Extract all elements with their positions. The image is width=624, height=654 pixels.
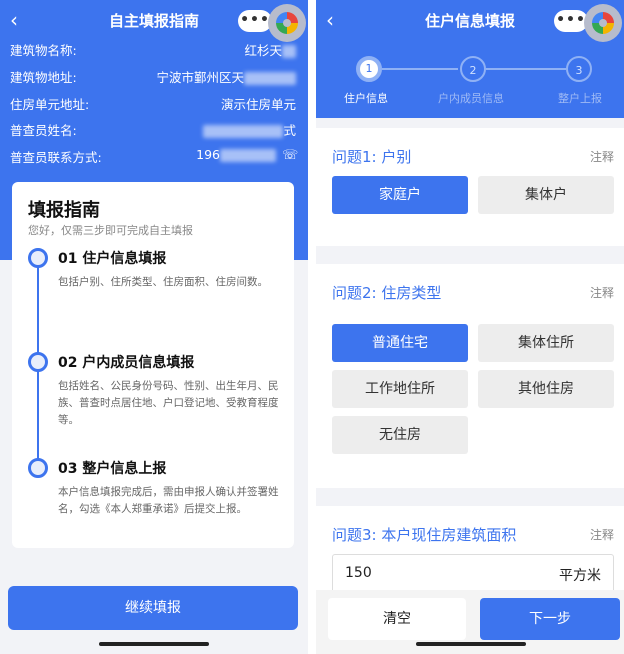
option-ordinary-residence[interactable]: 普通住宅: [332, 324, 468, 362]
step-title: 01 住户信息填报: [58, 251, 167, 267]
floor-area-value[interactable]: 150: [345, 565, 372, 581]
stepper-connector: [382, 68, 458, 70]
option-collective-household[interactable]: 集体户: [478, 176, 614, 214]
step-description: 包括户别、住所类型、住房面积、住房间数。: [58, 276, 268, 288]
household-form-screen: ‹ 住户信息填报 ••• 1 2 3 住户信息 户内成员信息 整户上报 问题1:…: [316, 0, 624, 654]
nav-bar: ‹ 住户信息填报 •••: [316, 0, 624, 42]
question-housing-type: 问题2: 住房类型 注释 普通住宅 集体住所 工作地住所 其他住房 无住房: [316, 264, 624, 488]
stepper-label: 整户上报: [558, 92, 602, 105]
option-workplace-residence[interactable]: 工作地住所: [332, 370, 468, 408]
step-dot-icon: [28, 458, 48, 478]
screen-divider: [308, 0, 316, 654]
option-family-household[interactable]: 家庭户: [332, 176, 468, 214]
note-link[interactable]: 注释: [590, 526, 614, 543]
step-dot-icon: [28, 248, 48, 268]
question-title: 问题3: 本户现住房建筑面积: [332, 526, 517, 544]
info-label: 建筑物名称:: [10, 43, 77, 58]
info-label: 普查员姓名:: [10, 123, 77, 138]
nav-bar: ‹ 自主填报指南 •••: [0, 0, 308, 42]
info-unit-address: 住房单元地址: 演示住房单元: [10, 94, 296, 114]
option-no-housing[interactable]: 无住房: [332, 416, 468, 454]
step-title: 02 户内成员信息填报: [58, 355, 195, 371]
floor-area-input[interactable]: 150 平方米: [332, 554, 614, 594]
info-value: 式: [283, 123, 296, 138]
stepper-connector: [486, 68, 566, 70]
guide-card: 填报指南 您好，仅需三步即可完成自主填报 01 住户信息填报 包括户别、住所类型…: [12, 182, 294, 548]
home-indicator: [416, 642, 526, 646]
info-label: 住房单元地址:: [10, 97, 90, 112]
info-label: 建筑物地址:: [10, 70, 77, 85]
floor-area-unit: 平方米: [559, 568, 601, 584]
option-collective-residence[interactable]: 集体住所: [478, 324, 614, 362]
clear-button[interactable]: 清空: [328, 598, 466, 640]
info-value: 宁波市鄞州区天: [156, 70, 244, 85]
step-dot-icon: [28, 352, 48, 372]
next-step-button[interactable]: 下一步: [480, 598, 620, 640]
note-link[interactable]: 注释: [590, 284, 614, 301]
option-other-housing[interactable]: 其他住房: [478, 370, 614, 408]
stepper-label: 住户信息: [344, 92, 388, 105]
guide-subtitle: 您好，仅需三步即可完成自主填报: [28, 224, 193, 237]
question-title: 问题1: 户别: [332, 148, 412, 166]
continue-button[interactable]: 继续填报: [8, 586, 298, 630]
info-building-name: 建筑物名称: 红杉天: [10, 40, 296, 60]
info-value: 演示住房单元: [220, 97, 296, 112]
question-floor-area: 问题3: 本户现住房建筑面积 注释 150 平方米: [316, 506, 624, 596]
app-logo-icon[interactable]: [584, 4, 622, 42]
info-label: 普查员联系方式:: [10, 150, 102, 165]
info-enumerator-phone: 普查员联系方式: 196 ☏: [10, 147, 298, 167]
info-value: 196: [196, 147, 220, 162]
home-indicator: [99, 642, 209, 646]
stepper-step-1[interactable]: 1: [356, 56, 382, 82]
question-title: 问题2: 住房类型: [332, 284, 442, 302]
step-title: 03 整户信息上报: [58, 461, 167, 477]
more-menu-button[interactable]: •••: [238, 10, 272, 32]
info-enumerator-name: 普查员姓名: 式: [10, 120, 296, 140]
guide-screen: ‹ 自主填报指南 ••• 建筑物名称: 红杉天 建筑物地址: 宁波市鄞州区天 住…: [0, 0, 308, 654]
info-building-address: 建筑物地址: 宁波市鄞州区天: [10, 67, 296, 87]
more-menu-button[interactable]: •••: [554, 10, 588, 32]
stepper-label: 户内成员信息: [438, 92, 504, 105]
stepper-step-2[interactable]: 2: [460, 56, 486, 82]
question-household-type: 问题1: 户别 注释 家庭户 集体户: [316, 128, 624, 246]
app-logo-icon[interactable]: [268, 4, 306, 42]
info-value: 红杉天: [244, 43, 282, 58]
step-description: 本户信息填报完成后，需由申报人确认并签署姓名，勾选《本人郑重承诺》后提交上报。: [58, 486, 279, 515]
step-description: 包括姓名、公民身份号码、性别、出生年月、民族、普查时点居住地、户口登记地、受教育…: [58, 380, 279, 426]
phone-icon[interactable]: ☏: [282, 148, 298, 163]
guide-title: 填报指南: [28, 200, 100, 221]
note-link[interactable]: 注释: [590, 148, 614, 165]
stepper-step-3[interactable]: 3: [566, 56, 592, 82]
